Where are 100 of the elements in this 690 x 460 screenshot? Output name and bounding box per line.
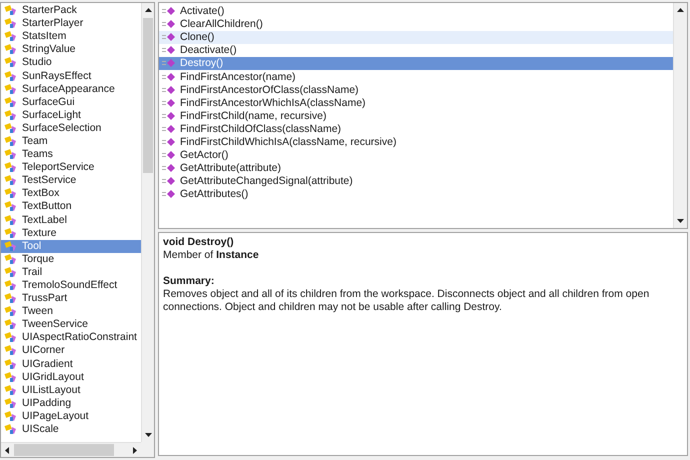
- member-list-item[interactable]: FindFirstAncestorWhichIsA(className): [159, 96, 673, 110]
- member-list-item[interactable]: FindFirstAncestorOfClass(className): [159, 84, 673, 97]
- class-list-item[interactable]: TextBox: [1, 187, 141, 200]
- class-list-item[interactable]: StringValue: [1, 43, 141, 56]
- method-icon: [162, 136, 176, 148]
- scrollbar-thumb[interactable]: [14, 444, 114, 456]
- scroll-down-icon[interactable]: [144, 433, 152, 437]
- class-icon: [4, 332, 18, 344]
- class-list-item[interactable]: Torque: [1, 252, 141, 266]
- class-list-item[interactable]: SunRaysEffect: [1, 69, 141, 83]
- method-icon: [162, 98, 176, 109]
- class-list-item[interactable]: UIGradient: [1, 358, 141, 371]
- class-list-item[interactable]: Teams: [1, 148, 141, 162]
- class-icon: [4, 280, 18, 292]
- method-icon: [162, 19, 176, 30]
- class-icon: [4, 306, 18, 318]
- member-list-item[interactable]: FindFirstAncestor(name): [159, 70, 673, 84]
- class-list-item[interactable]: Trail: [1, 266, 141, 279]
- class-list-item[interactable]: Tween: [1, 305, 141, 318]
- scrollbar-thumb[interactable]: [143, 18, 153, 173]
- class-icon: [4, 44, 18, 56]
- class-list-item[interactable]: TestService: [1, 174, 141, 188]
- scroll-up-icon[interactable]: [677, 8, 684, 12]
- class-list-item[interactable]: SurfaceLight: [1, 108, 141, 122]
- class-icon: [4, 266, 18, 278]
- class-icon: [4, 293, 18, 304]
- member-list-item[interactable]: ClearAllChildren(): [159, 18, 673, 32]
- scroll-right-icon[interactable]: [133, 446, 137, 454]
- scroll-left-icon[interactable]: [5, 446, 9, 454]
- class-list-item[interactable]: StarterPack: [1, 4, 141, 18]
- class-list-item[interactable]: Studio: [1, 56, 141, 70]
- summary-heading: Summary:: [163, 275, 216, 288]
- method-icon: [162, 124, 176, 135]
- class-icon: [4, 149, 18, 160]
- scroll-up-icon[interactable]: [144, 8, 152, 12]
- class-icon: [4, 175, 18, 186]
- class-icon: [4, 70, 18, 82]
- member-list-item[interactable]: FindFirstChild(name, recursive): [159, 110, 673, 123]
- member-list-item[interactable]: Clone(): [159, 31, 673, 44]
- method-icon: [162, 32, 176, 44]
- class-icon: [4, 31, 18, 42]
- class-icon: [4, 384, 18, 396]
- class-list-item[interactable]: SurfaceGui: [1, 96, 141, 109]
- class-list-item[interactable]: StatsItem: [1, 30, 141, 44]
- member-of-text: Member of Instance: [163, 249, 260, 262]
- method-icon: [162, 176, 176, 188]
- class-list-item[interactable]: UIPadding: [1, 396, 141, 410]
- method-icon: [162, 189, 176, 200]
- class-icon: [4, 254, 18, 265]
- class-list-item[interactable]: TextButton: [1, 200, 141, 214]
- class-icon: [4, 345, 18, 356]
- method-icon: [162, 150, 176, 162]
- class-icon: [4, 18, 18, 30]
- vertical-scrollbar[interactable]: [673, 3, 687, 228]
- class-icon: [4, 319, 18, 330]
- scroll-down-icon[interactable]: [677, 219, 684, 223]
- member-list-item[interactable]: Deactivate(): [159, 44, 673, 58]
- class-icon: [4, 358, 18, 370]
- class-icon: [4, 372, 18, 383]
- method-icon: [162, 110, 176, 122]
- member-list-item[interactable]: GetActor(): [159, 149, 673, 162]
- member-list-item[interactable]: FindFirstChildWhichIsA(className, recursive): [159, 136, 673, 150]
- class-icon: [4, 398, 18, 409]
- class-icon: [4, 136, 18, 147]
- class-list-item[interactable]: Team: [1, 134, 141, 148]
- summary-text: Removes object and all of its children from the workspace. Disconnects object and all children from open connections. Object and children may not be usable after calling Destroy.: [163, 288, 650, 314]
- class-list-item[interactable]: UIAspectRatioConstraint: [1, 331, 141, 344]
- class-list-item[interactable]: SurfaceSelection: [1, 122, 141, 135]
- member-list-item[interactable]: GetAttributeChangedSignal(attribute): [159, 175, 673, 188]
- class-list-item[interactable]: TextLabel: [1, 214, 141, 227]
- method-icon: [162, 84, 176, 96]
- class-list-item[interactable]: TremoloSoundEffect: [1, 278, 141, 292]
- member-list-item[interactable]: FindFirstChildOfClass(className): [159, 122, 673, 136]
- class-list-item[interactable]: SurfaceAppearance: [1, 82, 141, 96]
- class-icon: [4, 110, 18, 121]
- vertical-scrollbar[interactable]: [141, 3, 154, 442]
- member-list-item[interactable]: GetAttributes(): [159, 188, 673, 202]
- member-list-item[interactable]: Activate(): [159, 5, 673, 18]
- class-icon: [4, 162, 18, 174]
- class-list-item[interactable]: UIScale: [1, 423, 141, 436]
- class-list-item[interactable]: UIPageLayout: [1, 410, 141, 423]
- class-list-item[interactable]: TweenService: [1, 318, 141, 332]
- class-list-item[interactable]: UICorner: [1, 344, 141, 358]
- method-icon: [162, 6, 176, 18]
- class-icon: [4, 5, 18, 16]
- class-icon: [4, 84, 18, 95]
- member-list-item[interactable]: GetAttribute(attribute): [159, 162, 673, 176]
- class-list-item[interactable]: TeleportService: [1, 161, 141, 174]
- horizontal-scrollbar[interactable]: [1, 442, 141, 457]
- method-icon: [162, 163, 176, 174]
- class-list-item[interactable]: UIListLayout: [1, 384, 141, 397]
- method-icon: [162, 58, 176, 70]
- class-list-item[interactable]: UIGridLayout: [1, 370, 141, 384]
- class-icon: [4, 228, 18, 239]
- class-icon: [4, 201, 18, 212]
- class-icon: [4, 96, 18, 108]
- class-list-item[interactable]: Texture: [1, 226, 141, 240]
- class-icon: [4, 424, 18, 436]
- class-list-item[interactable]: TrussPart: [1, 292, 141, 306]
- class-list-item[interactable]: StarterPlayer: [1, 17, 141, 30]
